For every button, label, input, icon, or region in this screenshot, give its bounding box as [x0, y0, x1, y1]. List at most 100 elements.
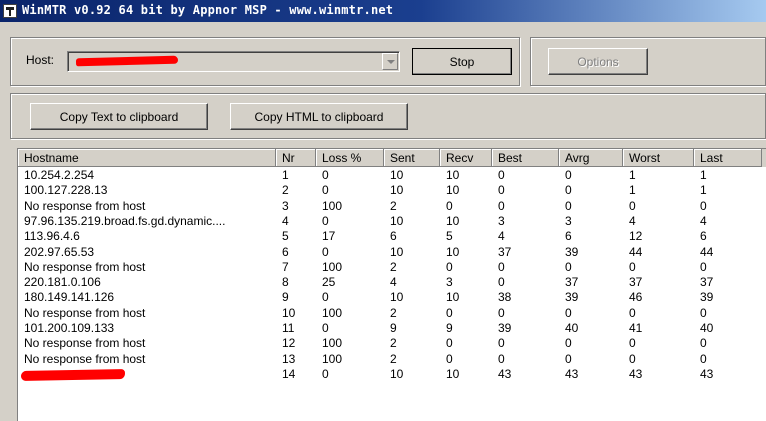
table-row[interactable]: 14 0 10 10 43 43 43 43: [18, 367, 766, 382]
cell-nr: 12: [282, 336, 296, 351]
cell-last: 4: [700, 213, 707, 228]
copy-html-button[interactable]: Copy HTML to clipboard: [230, 103, 408, 130]
cell-sent: 2: [390, 336, 397, 351]
column-header-nr[interactable]: Nr: [276, 149, 316, 167]
results-table[interactable]: Hostname Nr Loss % Sent Recv Best Avrg W…: [17, 148, 766, 421]
cell-hostname: No response from host: [24, 351, 146, 366]
table-row[interactable]: 202.97.65.53 6 0 10 10 37 39 44 44: [18, 245, 766, 260]
cell-avrg: 0: [565, 305, 572, 320]
cell-sent: 4: [390, 275, 397, 290]
cell-nr: 6: [282, 244, 289, 259]
cell-best: 39: [498, 321, 512, 335]
table-row[interactable]: No response from host 3 100 2 0 0 0 0 0: [18, 199, 766, 214]
cell-avrg: 0: [565, 351, 572, 366]
cell-best: 4: [498, 229, 505, 244]
cell-worst: 1: [629, 183, 636, 198]
cell-avrg: 6: [565, 229, 572, 244]
cell-loss: 100: [322, 351, 343, 366]
cell-loss: 0: [322, 244, 329, 259]
app-icon: [3, 4, 17, 18]
cell-nr: 7: [282, 259, 289, 274]
table-row[interactable]: 100.127.228.13 2 0 10 10 0 0 1 1: [18, 183, 766, 198]
column-header-avrg[interactable]: Avrg: [559, 149, 623, 167]
title-bar[interactable]: WinMTR v0.92 64 bit by Appnor MSP - www.…: [0, 0, 766, 22]
cell-hostname: 101.200.109.133: [24, 321, 115, 335]
cell-worst: 0: [629, 351, 636, 366]
cell-nr: 2: [282, 183, 289, 198]
column-header-sent[interactable]: Sent: [384, 149, 440, 167]
cell-last: 0: [700, 198, 707, 213]
cell-best: 38: [498, 290, 512, 305]
cell-sent: 2: [390, 305, 397, 320]
cell-avrg: 0: [565, 259, 572, 274]
cell-nr: 5: [282, 229, 289, 244]
cell-worst: 0: [629, 305, 636, 320]
cell-last: 44: [700, 244, 714, 259]
cell-loss: 0: [322, 366, 329, 381]
cell-best: 3: [498, 213, 505, 228]
cell-last: 0: [700, 305, 707, 320]
cell-avrg: 43: [565, 366, 579, 381]
cell-hostname: No response from host: [24, 259, 146, 274]
table-row[interactable]: 113.96.4.6 5 17 6 5 4 6 12 6: [18, 229, 766, 244]
cell-worst: 4: [629, 213, 636, 228]
cell-recv: 0: [446, 198, 453, 213]
cell-loss: 0: [322, 321, 329, 335]
cell-nr: 13: [282, 351, 296, 366]
column-header-recv[interactable]: Recv: [440, 149, 492, 167]
host-combobox[interactable]: [67, 51, 400, 72]
column-header-last[interactable]: Last: [694, 149, 762, 167]
table-header: Hostname Nr Loss % Sent Recv Best Avrg W…: [18, 149, 766, 167]
table-row[interactable]: No response from host 12 100 2 0 0 0 0 0: [18, 336, 766, 351]
table-row[interactable]: No response from host 7 100 2 0 0 0 0 0: [18, 260, 766, 275]
cell-recv: 10: [446, 244, 460, 259]
cell-sent: 2: [390, 259, 397, 274]
cell-hostname: 220.181.0.106: [24, 275, 101, 290]
table-row[interactable]: 180.149.141.126 9 0 10 10 38 39 46 39: [18, 290, 766, 305]
cell-sent: 2: [390, 351, 397, 366]
cell-worst: 41: [629, 321, 643, 335]
copy-text-button[interactable]: Copy Text to clipboard: [30, 103, 208, 130]
cell-best: 37: [498, 244, 512, 259]
cell-worst: 0: [629, 336, 636, 351]
cell-best: 0: [498, 259, 505, 274]
table-row[interactable]: 97.96.135.219.broad.fs.gd.dynamic.... 4 0 1…: [18, 214, 766, 229]
cell-last: 1: [700, 168, 707, 182]
cell-loss: 100: [322, 198, 343, 213]
chevron-down-icon[interactable]: [382, 53, 398, 70]
cell-loss: 25: [322, 275, 336, 290]
table-row[interactable]: 10.254.2.254 1 0 10 10 0 0 1 1: [18, 168, 766, 183]
cell-sent: 2: [390, 198, 397, 213]
cell-best: 0: [498, 351, 505, 366]
column-header-hostname[interactable]: Hostname: [18, 149, 276, 167]
cell-best: 43: [498, 366, 512, 381]
cell-worst: 0: [629, 198, 636, 213]
cell-recv: 10: [446, 168, 460, 182]
options-button[interactable]: Options: [548, 48, 648, 75]
column-header-loss[interactable]: Loss %: [316, 149, 384, 167]
stop-button-label: Stop: [449, 54, 475, 69]
table-row[interactable]: No response from host 10 100 2 0 0 0 0 0: [18, 306, 766, 321]
cell-last: 40: [700, 321, 714, 335]
cell-hostname: 180.149.141.126: [24, 290, 115, 305]
cell-nr: 4: [282, 213, 289, 228]
cell-loss: 0: [322, 213, 329, 228]
column-header-worst[interactable]: Worst: [623, 149, 694, 167]
cell-nr: 11: [282, 321, 295, 335]
column-header-best[interactable]: Best: [492, 149, 559, 167]
window-title: WinMTR v0.92 64 bit by Appnor MSP - www.…: [22, 3, 394, 17]
cell-recv: 9: [446, 321, 453, 335]
cell-loss: 17: [322, 229, 336, 244]
cell-avrg: 0: [565, 336, 572, 351]
options-button-label: Options: [577, 54, 619, 69]
cell-last: 0: [700, 259, 707, 274]
cell-loss: 0: [322, 183, 329, 198]
cell-nr: 10: [282, 305, 296, 320]
table-row[interactable]: 101.200.109.133 11 0 9 9 39 40 41 40: [18, 321, 766, 336]
table-row[interactable]: No response from host 13 100 2 0 0 0 0 0: [18, 352, 766, 367]
stop-button[interactable]: Stop: [412, 48, 512, 75]
table-row[interactable]: 220.181.0.106 8 25 4 3 0 37 37 37: [18, 275, 766, 290]
cell-best: 0: [498, 168, 505, 182]
cell-loss: 100: [322, 336, 343, 351]
cell-nr: 3: [282, 198, 289, 213]
